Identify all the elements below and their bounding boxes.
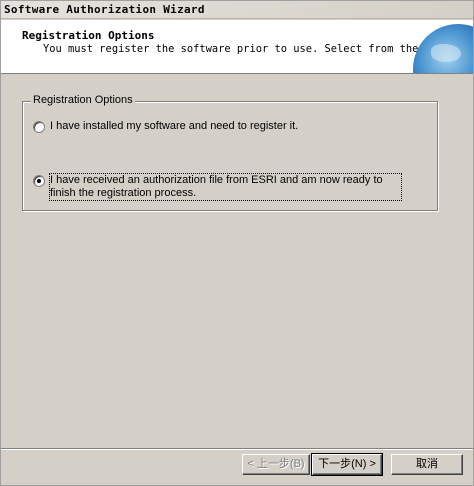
header-title: Registration Options: [22, 29, 155, 42]
radio-button[interactable]: [33, 121, 45, 133]
window-title: Software Authorization Wizard: [4, 3, 205, 16]
globe-icon: [413, 24, 473, 73]
option-finish-registration[interactable]: I have received an authorization file fr…: [33, 173, 402, 201]
option-install-register[interactable]: I have installed my software and need to…: [33, 120, 298, 133]
wizard-window: Software Authorization Wizard Registrati…: [0, 0, 474, 486]
next-button[interactable]: 下一步(N) >: [311, 453, 383, 476]
cancel-button[interactable]: 取消: [391, 454, 463, 475]
title-bar[interactable]: Software Authorization Wizard: [1, 1, 473, 19]
group-label: Registration Options: [31, 94, 135, 106]
radio-button-checked[interactable]: [33, 175, 45, 187]
option-label: I have received an authorization file fr…: [49, 173, 402, 201]
footer-separator: [1, 448, 473, 450]
option-label: I have installed my software and need to…: [50, 120, 299, 132]
back-button[interactable]: < 上一步(B): [242, 454, 310, 475]
wizard-header: Registration Options You must register t…: [1, 20, 473, 74]
header-subtitle: You must register the software prior to …: [43, 43, 473, 55]
